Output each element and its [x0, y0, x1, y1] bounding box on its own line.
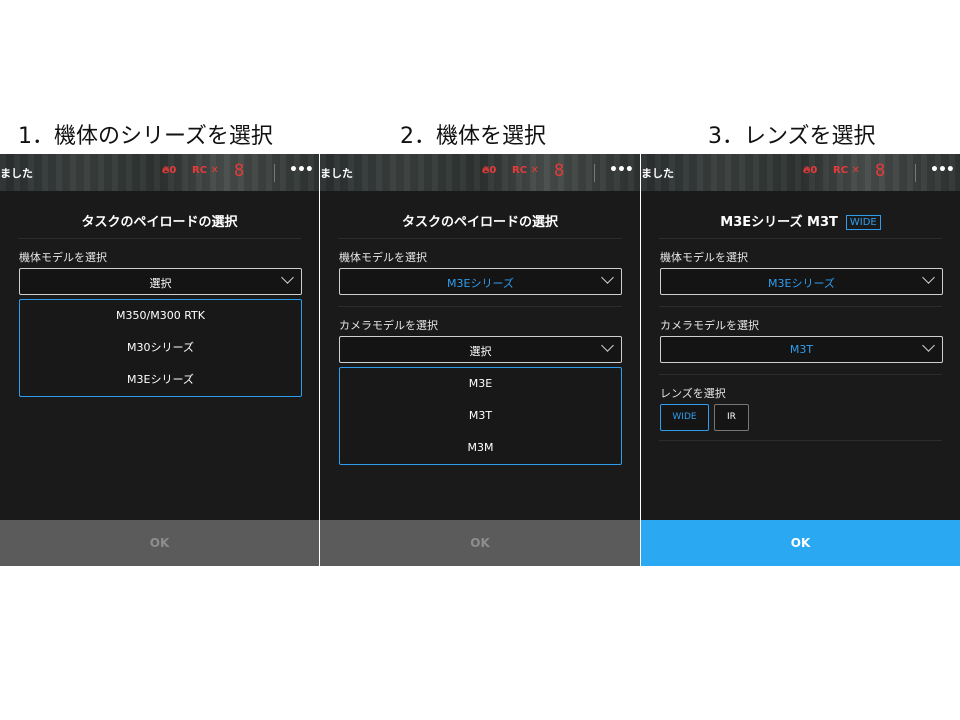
- fire-status: 🔥︎0: [162, 165, 176, 176]
- lens-wide-button[interactable]: WIDE: [660, 404, 709, 431]
- fire-count: 0: [169, 165, 177, 176]
- topbar-divider: [915, 164, 916, 182]
- fire-count: 0: [810, 165, 818, 176]
- top-status-bar: ました 🔥︎0 RC ✕ 8 •••: [320, 154, 640, 191]
- selected-payload-title: M3Eシリーズ M3T: [720, 215, 838, 230]
- aircraft-model-label: 機体モデルを選択: [19, 251, 107, 264]
- aircraft-model-label: 機体モデルを選択: [660, 251, 748, 264]
- select-value: 選択: [469, 345, 492, 358]
- status-text: ました: [641, 167, 674, 180]
- dropdown-option[interactable]: M3E: [340, 368, 621, 400]
- camera-model-dropdown: M3E M3T M3M: [339, 367, 622, 465]
- topbar-divider: [594, 164, 595, 182]
- lens-label: レンズを選択: [660, 387, 726, 400]
- fire-count: 0: [489, 165, 497, 176]
- topbar-divider: [274, 164, 275, 182]
- camera-model-label: カメラモデルを選択: [660, 319, 759, 332]
- fire-status: 🔥︎0: [482, 165, 496, 176]
- aircraft-model-select[interactable]: M3Eシリーズ: [660, 268, 943, 295]
- aircraft-model-dropdown: M350/M300 RTK M30シリーズ M3Eシリーズ: [19, 299, 302, 397]
- dropdown-option[interactable]: M3Eシリーズ: [20, 364, 301, 396]
- ok-button[interactable]: OK: [0, 520, 319, 566]
- panel-step-2: ました 🔥︎0 RC ✕ 8 ••• タスクのペイロードの選択 機体モデルを選択…: [320, 154, 640, 566]
- rc-status: RC ✕: [192, 165, 219, 176]
- divider: [659, 440, 942, 441]
- more-icon[interactable]: •••: [930, 162, 955, 178]
- lens-badge: WIDE: [845, 215, 881, 230]
- dropdown-option[interactable]: M3T: [340, 400, 621, 432]
- divider: [659, 374, 942, 375]
- divider: [338, 306, 622, 307]
- aircraft-model-label: 機体モデルを選択: [339, 251, 427, 264]
- top-status-bar: ました 🔥︎0 RC ✕ 8 •••: [0, 154, 319, 191]
- divider: [18, 238, 301, 239]
- dialog-title: タスクのペイロードの選択: [401, 215, 558, 230]
- divider: [659, 306, 942, 307]
- camera-model-select[interactable]: M3T: [660, 336, 943, 363]
- step-1-title: 1．機体のシリーズを選択: [18, 124, 273, 149]
- status-text: ました: [320, 167, 353, 180]
- divider: [338, 238, 622, 239]
- ok-button[interactable]: OK: [641, 520, 960, 566]
- step-2-title: 2．機体を選択: [400, 124, 546, 149]
- dropdown-option[interactable]: M350/M300 RTK: [20, 300, 301, 332]
- select-value: M3T: [789, 343, 814, 356]
- rc-status: RC ✕: [833, 165, 860, 176]
- camera-model-label: カメラモデルを選択: [339, 319, 438, 332]
- segment-display: 8: [875, 161, 886, 181]
- select-value: M3Eシリーズ: [447, 277, 514, 290]
- aircraft-model-select[interactable]: M3Eシリーズ: [339, 268, 622, 295]
- ok-button[interactable]: OK: [320, 520, 640, 566]
- panel-step-1: ました 🔥︎0 RC ✕ 8 ••• タスクのペイロードの選択 機体モデルを選択…: [0, 154, 319, 566]
- more-icon[interactable]: •••: [609, 162, 634, 178]
- segment-display: 8: [234, 161, 245, 181]
- payload-dialog: タスクのペイロードの選択 機体モデルを選択 M3Eシリーズ カメラモデルを選択 …: [320, 191, 640, 520]
- divider: [659, 238, 942, 239]
- camera-model-select[interactable]: 選択: [339, 336, 622, 363]
- dropdown-option[interactable]: M3M: [340, 432, 621, 464]
- lens-ir-button[interactable]: IR: [714, 404, 749, 431]
- dialog-title: M3Eシリーズ M3T WIDE: [641, 211, 960, 230]
- select-value: M3Eシリーズ: [768, 277, 835, 290]
- dropdown-option[interactable]: M30シリーズ: [20, 332, 301, 364]
- payload-dialog: タスクのペイロードの選択 機体モデルを選択 選択 M350/M300 RTK M…: [0, 191, 319, 520]
- payload-dialog: M3Eシリーズ M3T WIDE 機体モデルを選択 M3Eシリーズ カメラモデルを…: [641, 191, 960, 520]
- rc-status: RC ✕: [512, 165, 539, 176]
- aircraft-model-select[interactable]: 選択: [19, 268, 302, 295]
- dialog-title: タスクのペイロードの選択: [81, 215, 238, 230]
- panel-step-3: ました 🔥︎0 RC ✕ 8 ••• M3Eシリーズ M3T WIDE 機体モデル…: [641, 154, 960, 566]
- top-status-bar: ました 🔥︎0 RC ✕ 8 •••: [641, 154, 960, 191]
- status-text: ました: [0, 167, 33, 180]
- segment-display: 8: [554, 161, 565, 181]
- select-value: 選択: [149, 277, 172, 290]
- fire-status: 🔥︎0: [803, 165, 817, 176]
- more-icon[interactable]: •••: [289, 162, 314, 178]
- step-3-title: 3．レンズを選択: [708, 124, 876, 149]
